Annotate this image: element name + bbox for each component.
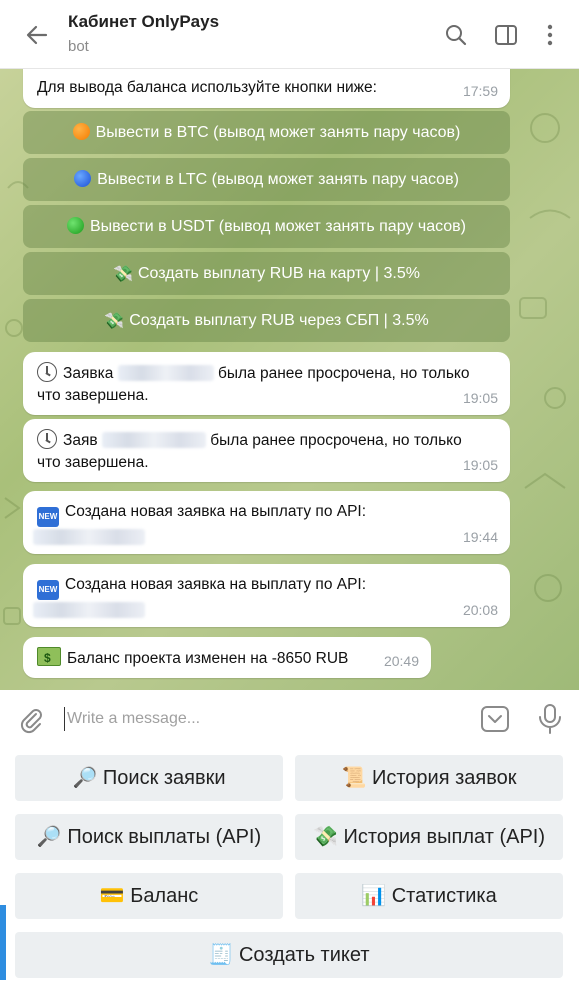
- redacted-id: [117, 365, 214, 381]
- message-time: 17:59: [462, 83, 498, 99]
- magnifier-icon: 🔎: [36, 826, 62, 848]
- reply-keyboard: 🔎 Поиск заявки 📜 История заявок 🔎 Поиск …: [0, 748, 579, 990]
- money-wings-icon: 💸: [104, 313, 125, 330]
- new-badge-icon: NEW: [37, 580, 59, 600]
- microphone-icon[interactable]: [536, 702, 564, 736]
- search-icon[interactable]: [443, 22, 469, 48]
- message-bubble: Заяв была ранее просрочена, но только чт…: [23, 419, 510, 482]
- keyboard-button-search-request[interactable]: 🔎 Поиск заявки: [15, 755, 283, 801]
- message-time: 19:05: [462, 457, 498, 473]
- balance-amount: -8650 RUB: [271, 650, 349, 667]
- bot-keyboard-toggle-icon[interactable]: [480, 704, 510, 734]
- back-arrow-icon[interactable]: [22, 20, 52, 50]
- message-time: 19:05: [462, 390, 498, 406]
- message-time: 20:49: [383, 653, 419, 669]
- more-menu-icon[interactable]: [537, 22, 563, 48]
- inline-button-withdraw-btc[interactable]: Вывести в BTC (вывод может занять пару ч…: [23, 111, 510, 154]
- chat-area[interactable]: Для вывода баланса используйте кнопки ни…: [0, 68, 579, 690]
- money-wings-icon: 💸: [113, 266, 133, 283]
- keyboard-button-payout-history-api[interactable]: 💸 История выплат (API): [295, 814, 563, 860]
- money-bag-icon: [37, 647, 61, 669]
- credit-card-icon: 💳: [99, 885, 125, 907]
- message-bubble: NEW Создана новая заявка на выплату по AP…: [23, 491, 510, 554]
- message-text: Для вывода баланса используйте кнопки ни…: [37, 79, 377, 96]
- clock-icon: [37, 362, 57, 382]
- inline-button-withdraw-usdt[interactable]: Вывести в USDT (вывод может занять пару …: [23, 205, 510, 248]
- message-composer: Write a message...: [0, 690, 579, 748]
- blue-circle-icon: [74, 170, 92, 187]
- receipt-icon: 🧾: [208, 944, 234, 966]
- window-edge-accent: [0, 905, 6, 980]
- redacted-id: [33, 602, 145, 618]
- clock-icon: [37, 429, 57, 449]
- message-bubble: NEW Создана новая заявка на выплату по AP…: [23, 564, 510, 627]
- chat-header: Кабинет OnlyPays bot: [0, 0, 579, 69]
- message-time: 19:44: [462, 529, 498, 545]
- inline-button-payout-sbp[interactable]: 💸 Создать выплату RUB через СБП | 3.5%: [23, 299, 510, 342]
- redacted-id: [101, 432, 206, 448]
- bar-chart-icon: 📊: [361, 885, 387, 907]
- chat-title[interactable]: Кабинет OnlyPays: [68, 12, 219, 32]
- inline-button-withdraw-ltc[interactable]: Вывести в LTC (вывод может занять пару ч…: [23, 158, 510, 201]
- attach-paperclip-icon[interactable]: [18, 706, 46, 734]
- keyboard-button-statistics[interactable]: 📊 Статистика: [295, 873, 563, 919]
- keyboard-button-create-ticket[interactable]: 🧾 Создать тикет: [15, 932, 563, 978]
- keyboard-button-request-history[interactable]: 📜 История заявок: [295, 755, 563, 801]
- money-wings-icon: 💸: [312, 826, 338, 848]
- sidebar-toggle-icon[interactable]: [493, 22, 519, 48]
- message-bubble: Заявка была ранее просрочена, но только …: [23, 352, 510, 415]
- orange-circle-icon: [72, 123, 90, 140]
- message-input[interactable]: Write a message...: [64, 707, 467, 731]
- keyboard-button-balance[interactable]: 💳 Баланс: [15, 873, 283, 919]
- scroll-icon: 📜: [341, 767, 367, 789]
- message-bubble-balance: Баланс проекта изменен на -8650 RUB 20:4…: [23, 637, 431, 678]
- keyboard-button-search-payout-api[interactable]: 🔎 Поиск выплаты (API): [15, 814, 283, 860]
- message-bubble-withdraw-intro: Для вывода баланса используйте кнопки ни…: [23, 68, 510, 108]
- inline-button-payout-card[interactable]: 💸 Создать выплату RUB на карту | 3.5%: [23, 252, 510, 295]
- redacted-id: [33, 529, 145, 545]
- new-badge-icon: NEW: [37, 507, 59, 527]
- chat-subtitle: bot: [68, 38, 89, 55]
- magnifier-icon: 🔎: [72, 767, 98, 789]
- green-circle-icon: [66, 217, 84, 234]
- message-time: 20:08: [462, 602, 498, 618]
